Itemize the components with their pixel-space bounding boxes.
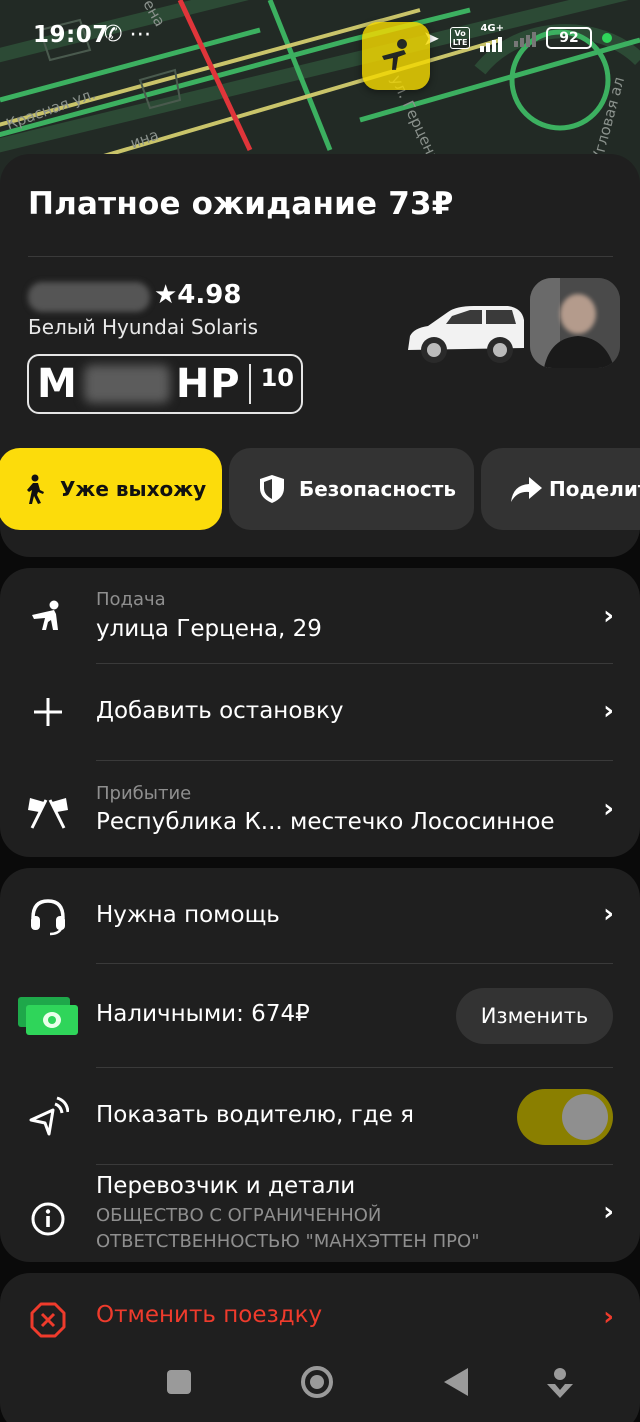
finish-flags-icon: [26, 790, 70, 834]
signal-icon: [480, 34, 503, 52]
arrival-caption: Прибытие: [96, 783, 192, 804]
location-broadcast-icon: [26, 1095, 70, 1139]
chevron-right-icon: ›: [603, 794, 614, 824]
signal-icon-secondary: [514, 29, 536, 47]
share-arrow-icon: [509, 475, 543, 503]
shield-icon: [259, 474, 285, 504]
back-button[interactable]: [444, 1368, 468, 1396]
network-type: 4G+: [480, 23, 504, 34]
share-button[interactable]: Поделит: [481, 448, 640, 530]
page-title: Платное ожидание 73₽: [28, 186, 454, 222]
car-description: Белый Hyundai Solaris: [28, 315, 258, 339]
chevron-right-icon: ›: [603, 1197, 614, 1227]
show-location-label: Показать водителю, где я: [96, 1102, 414, 1128]
battery-icon: 92: [546, 27, 592, 49]
cash-icon: [16, 994, 80, 1038]
toggle-knob: [562, 1094, 608, 1140]
driver-name-blurred: [28, 282, 150, 312]
arrival-address: Республика К... местечко Лососинное: [96, 809, 555, 835]
status-time: 19:07: [33, 22, 109, 48]
hailing-person-icon: [26, 594, 70, 638]
arrival-row[interactable]: Прибытие Республика К... местечко Лососи…: [0, 772, 640, 856]
carrier-row[interactable]: Перевозчик и детали ОБЩЕСТВО С ОГРАНИЧЕН…: [0, 1165, 640, 1262]
system-nav-bar: [0, 1350, 640, 1422]
coming-out-label: Уже выхожу: [60, 477, 207, 501]
help-label: Нужна помощь: [96, 902, 280, 928]
coming-out-button[interactable]: Уже выхожу: [0, 448, 222, 530]
chevron-right-icon: ›: [603, 601, 614, 631]
recents-button[interactable]: [167, 1370, 191, 1394]
divider: [96, 760, 613, 761]
plate-letter: М: [37, 361, 78, 407]
help-row[interactable]: Нужна помощь ›: [0, 868, 640, 963]
change-payment-button[interactable]: Изменить: [456, 988, 613, 1044]
chevron-right-icon: ›: [603, 899, 614, 929]
license-plate: М НР 10: [27, 354, 303, 414]
show-location-toggle[interactable]: [517, 1089, 613, 1145]
walking-person-icon: [24, 474, 46, 504]
cancel-ride-label[interactable]: Отменить поездку: [96, 1302, 322, 1328]
plate-digits-blurred: [83, 365, 170, 403]
add-stop-row[interactable]: Добавить остановку ›: [0, 664, 640, 760]
cancel-x-icon: [26, 1298, 70, 1342]
pickup-pin-icon[interactable]: [362, 22, 430, 90]
pickup-row[interactable]: Подача улица Герцена, 29 ›: [0, 580, 640, 664]
plate-letters: НР: [175, 361, 241, 407]
share-label: Поделит: [549, 477, 640, 501]
safety-button[interactable]: Безопасность: [229, 448, 474, 530]
call-icon: ✆ ⋯: [104, 22, 152, 47]
car-image: [404, 290, 528, 374]
assistant-button[interactable]: [545, 1366, 575, 1404]
status-bar: 19:07 ✆ ⋯ ➤ Vo LTE 4G+ 92: [0, 0, 640, 72]
carrier-name: ОБЩЕСТВО С ОГРАНИЧЕННОЙ ОТВЕТСТВЕННОСТЬЮ…: [96, 1205, 480, 1252]
headset-icon: [26, 894, 70, 938]
home-button[interactable]: [301, 1366, 333, 1398]
plus-icon: [26, 690, 70, 734]
safety-label: Безопасность: [299, 477, 456, 501]
carrier-title: Перевозчик и детали: [96, 1173, 356, 1199]
volte-icon: Vo LTE: [449, 27, 471, 49]
plate-region: 10: [260, 364, 295, 392]
divider: [28, 256, 613, 257]
payment-label: Наличными: 674₽: [96, 1001, 310, 1027]
chevron-right-icon: ›: [603, 696, 614, 726]
pickup-address: улица Герцена, 29: [96, 616, 322, 642]
driver-rating: ★4.98: [154, 280, 242, 310]
plate-separator: [248, 364, 251, 404]
home-button-inner: [310, 1375, 324, 1389]
pickup-caption: Подача: [96, 589, 166, 610]
info-icon: [26, 1197, 70, 1241]
driver-avatar[interactable]: [530, 278, 620, 368]
add-stop-label: Добавить остановку: [96, 698, 344, 724]
chevron-right-icon: ›: [603, 1302, 614, 1332]
privacy-indicator: [602, 33, 612, 43]
